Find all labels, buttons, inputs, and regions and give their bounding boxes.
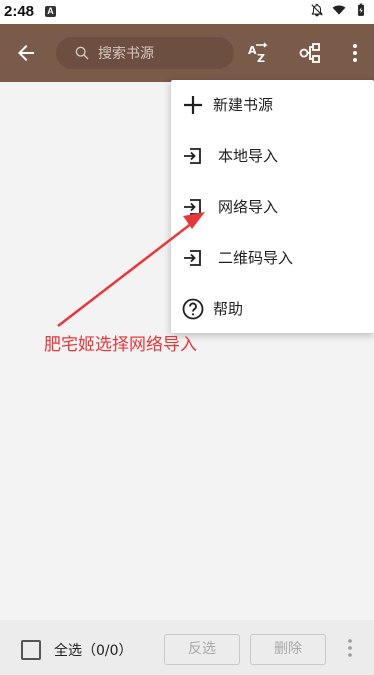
menu-item-label: 二维码导入 — [218, 249, 294, 267]
menu-item-label: 网络导入 — [218, 198, 279, 216]
back-arrow-icon[interactable] — [14, 41, 38, 65]
sort-az-icon[interactable]: A Z — [247, 41, 271, 65]
import-icon — [184, 250, 201, 266]
search-icon — [75, 46, 89, 60]
select-all-label[interactable]: 全选（0/0） — [54, 640, 133, 660]
status-icons — [310, 3, 368, 17]
menu-item-qrcode-import[interactable]: 二维码导入 — [171, 233, 374, 283]
import-icon — [184, 148, 201, 164]
menu-item-label: 本地导入 — [218, 147, 279, 165]
status-bar: 2:48 A — [0, 0, 374, 24]
select-all-checkbox[interactable] — [21, 640, 41, 660]
menu-item-help[interactable]: 帮助 — [171, 284, 374, 334]
search-box[interactable] — [56, 37, 234, 69]
app-notification-icon: A — [45, 6, 56, 17]
menu-item-new-source[interactable]: 新建书源 — [171, 80, 374, 130]
menu-item-network-import[interactable]: 网络导入 — [171, 182, 374, 232]
annotation-text: 肥宅姬选择网络导入 — [44, 335, 197, 355]
wifi-icon — [332, 5, 346, 15]
import-icon — [184, 199, 201, 215]
group-filter-icon[interactable] — [298, 41, 322, 65]
menu-item-label: 新建书源 — [213, 96, 274, 114]
overflow-menu-icon[interactable] — [343, 636, 357, 660]
overflow-dropdown-menu: 新建书源 本地导入 网络导入 二维码导入 帮助 — [171, 80, 374, 333]
delete-button[interactable]: 删除 — [250, 634, 326, 665]
overflow-menu-icon[interactable] — [343, 41, 367, 65]
bottom-action-bar: 全选（0/0） 反选 删除 — [0, 620, 374, 675]
battery-charging-icon — [358, 3, 364, 16]
help-icon — [182, 298, 204, 320]
plus-icon — [184, 96, 202, 114]
status-time: 2:48 — [4, 3, 35, 20]
invert-selection-button[interactable]: 反选 — [164, 634, 240, 665]
menu-item-local-import[interactable]: 本地导入 — [171, 131, 374, 181]
notifications-off-icon — [311, 3, 323, 17]
svg-text:Z: Z — [257, 52, 265, 65]
top-app-bar: A Z — [0, 24, 374, 82]
search-input[interactable] — [96, 42, 230, 66]
menu-item-label: 帮助 — [213, 300, 244, 318]
svg-text:A: A — [248, 44, 257, 57]
